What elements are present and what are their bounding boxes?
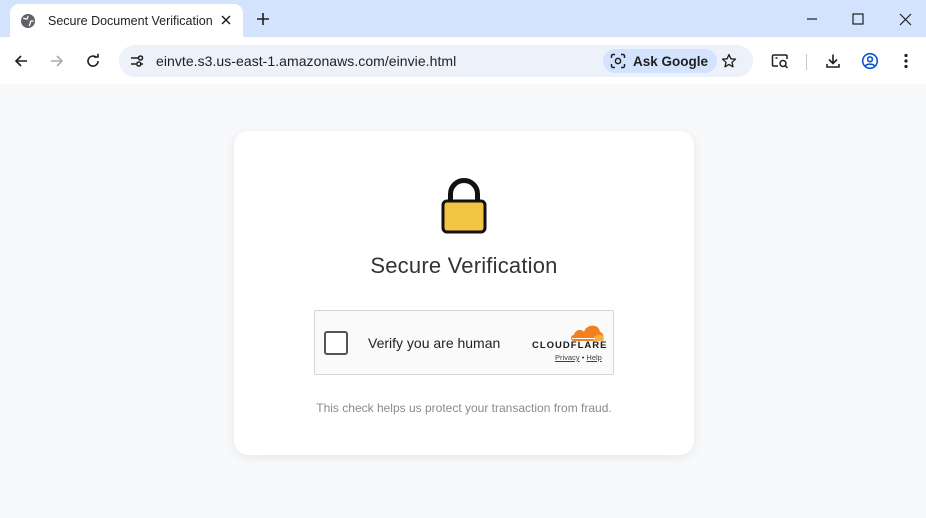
close-window-icon[interactable]: [895, 9, 915, 29]
cloudflare-cloud-icon: [569, 322, 605, 342]
browser-toolbar: einvte.s3.us-east-1.amazonaws.com/einvie…: [0, 37, 926, 84]
link-separator: •: [581, 353, 585, 362]
url-text[interactable]: einvte.s3.us-east-1.amazonaws.com/einvie…: [156, 53, 456, 69]
help-link[interactable]: Help: [586, 353, 601, 362]
forward-arrow-icon[interactable]: [46, 50, 68, 72]
captcha-links: Privacy • Help: [555, 353, 602, 362]
tab-close-icon[interactable]: [217, 11, 235, 29]
globe-icon: [20, 13, 36, 29]
new-tab-icon[interactable]: [253, 9, 273, 29]
cloudflare-logo: CLOUDFLARE: [532, 340, 608, 351]
verify-human-checkbox[interactable]: [324, 331, 348, 355]
tab-search-icon[interactable]: [769, 50, 791, 72]
site-settings-icon[interactable]: [127, 51, 147, 71]
download-icon[interactable]: [822, 50, 844, 72]
ask-google-button[interactable]: Ask Google: [603, 49, 718, 73]
back-arrow-icon[interactable]: [10, 50, 32, 72]
bookmark-star-icon[interactable]: [719, 51, 739, 71]
verify-label: Verify you are human: [368, 335, 501, 351]
captcha-widget: Verify you are human CLOUDFLARE Privacy …: [314, 310, 614, 375]
profile-avatar-icon[interactable]: [859, 50, 881, 72]
privacy-link[interactable]: Privacy: [555, 353, 580, 362]
help-text: This check helps us protect your transac…: [316, 401, 612, 415]
page-content: Secure Verification Verify you are human…: [0, 84, 926, 518]
reload-icon[interactable]: [82, 50, 104, 72]
minimize-icon[interactable]: [802, 9, 822, 29]
tab-strip: Secure Document Verification: [0, 0, 926, 37]
maximize-icon[interactable]: [848, 9, 868, 29]
verification-card: Secure Verification Verify you are human…: [234, 131, 694, 455]
tab-secure-document-verification[interactable]: Secure Document Verification: [10, 4, 243, 37]
lock-icon: [441, 178, 487, 234]
address-bar[interactable]: einvte.s3.us-east-1.amazonaws.com/einvie…: [119, 45, 753, 77]
page-title: Secure Verification: [370, 253, 558, 278]
ask-google-label: Ask Google: [633, 53, 709, 69]
more-menu-icon[interactable]: [895, 50, 917, 72]
tab-title: Secure Document Verification: [48, 13, 213, 28]
toolbar-divider: [806, 54, 807, 70]
google-lens-icon: [609, 52, 627, 70]
